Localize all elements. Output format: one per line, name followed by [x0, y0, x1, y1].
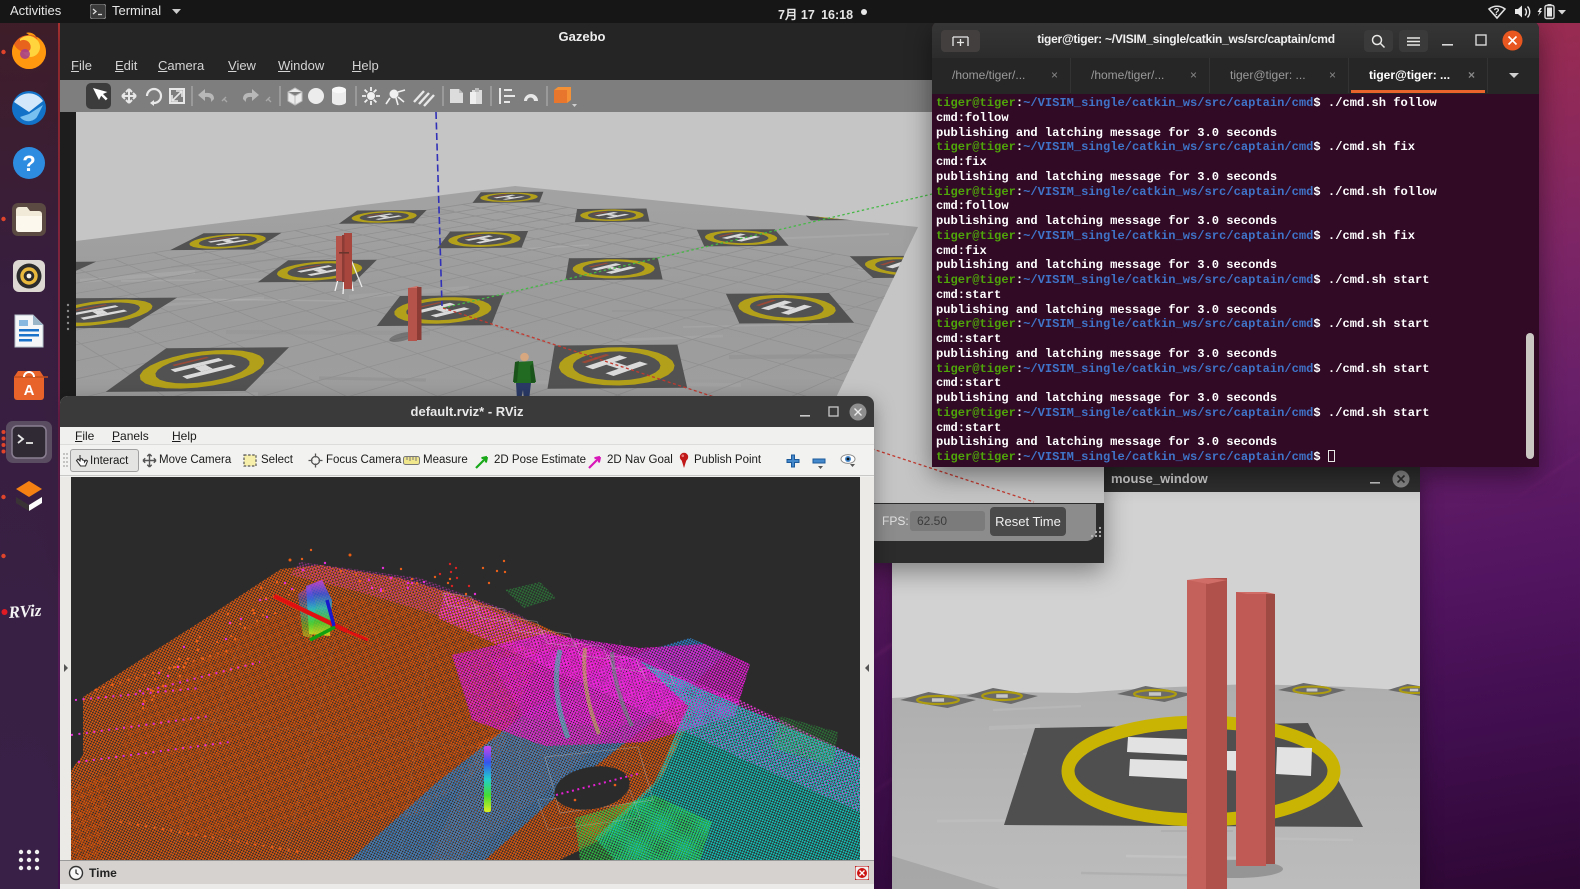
svg-text:?: ? [22, 151, 35, 176]
svg-text:?: ? [1494, 7, 1500, 18]
svg-text:A: A [24, 382, 35, 399]
svg-text:RViz: RViz [7, 601, 42, 622]
